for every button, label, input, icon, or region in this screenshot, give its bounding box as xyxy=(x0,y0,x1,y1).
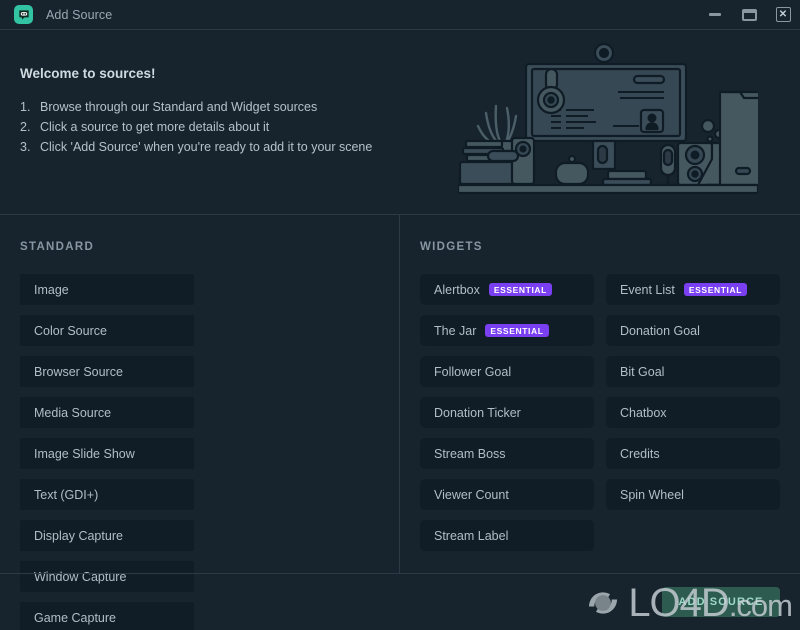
widgets-grid: Alertbox ESSENTIAL Event List ESSENTIAL Th… xyxy=(420,274,780,551)
widget-item-bit-goal[interactable]: Bit Goal xyxy=(606,356,780,387)
source-item-media-source[interactable]: Media Source xyxy=(20,397,194,428)
widget-item-alertbox[interactable]: Alertbox ESSENTIAL xyxy=(420,274,594,305)
widget-item-donation-goal[interactable]: Donation Goal xyxy=(606,315,780,346)
widget-label: Chatbox xyxy=(620,405,667,420)
source-item-browser-source[interactable]: Browser Source xyxy=(20,356,194,387)
window-controls: ✕ xyxy=(698,0,800,29)
add-source-button[interactable]: ADD SOURCE xyxy=(662,587,780,617)
streamlabs-logo-icon xyxy=(14,5,33,24)
standard-heading: STANDARD xyxy=(20,241,95,253)
welcome-section: Welcome to sources! 1. Browse through our… xyxy=(0,30,800,215)
widget-label: Stream Label xyxy=(434,528,509,543)
widget-item-the-jar[interactable]: The Jar ESSENTIAL xyxy=(420,315,594,346)
source-label: Text (GDI+) xyxy=(34,487,99,502)
essential-badge: ESSENTIAL xyxy=(683,283,747,296)
widget-label: Credits xyxy=(620,446,660,461)
widget-label: Event List xyxy=(620,282,675,297)
widget-item-viewer-count[interactable]: Viewer Count xyxy=(420,479,594,510)
desk-setup-illustration xyxy=(456,38,764,203)
source-label: Color Source xyxy=(34,323,107,338)
widgets-heading: WIDGETS xyxy=(420,241,483,253)
widget-label: Bit Goal xyxy=(620,364,665,379)
widget-label: Stream Boss xyxy=(434,446,506,461)
source-item-color-source[interactable]: Color Source xyxy=(20,315,194,346)
minimize-icon xyxy=(709,13,721,16)
window-title: Add Source xyxy=(46,7,113,22)
welcome-heading: Welcome to sources! xyxy=(20,66,156,81)
widget-item-chatbox[interactable]: Chatbox xyxy=(606,397,780,428)
welcome-step: 3. Click 'Add Source' when you're ready t… xyxy=(20,137,372,157)
titlebar: Add Source ✕ xyxy=(0,0,800,30)
widget-item-stream-label[interactable]: Stream Label xyxy=(420,520,594,551)
maximize-icon xyxy=(741,8,757,21)
essential-badge: ESSENTIAL xyxy=(488,283,552,296)
source-label: Image Slide Show xyxy=(34,446,135,461)
step-text: Click a source to get more details about… xyxy=(40,120,270,134)
widget-item-stream-boss[interactable]: Stream Boss xyxy=(420,438,594,469)
widget-label: Follower Goal xyxy=(434,364,512,379)
step-number: 3. xyxy=(20,140,31,154)
widget-item-donation-ticker[interactable]: Donation Ticker xyxy=(420,397,594,428)
add-source-window: Add Source ✕ Welcome to sources! 1. Brows… xyxy=(0,0,800,630)
source-item-display-capture[interactable]: Display Capture xyxy=(20,520,194,551)
step-number: 1. xyxy=(20,100,31,114)
maximize-button[interactable] xyxy=(732,0,766,30)
source-item-text-gdi[interactable]: Text (GDI+) xyxy=(20,479,194,510)
welcome-step: 1. Browse through our Standard and Widget… xyxy=(20,97,372,117)
close-icon: ✕ xyxy=(775,7,791,22)
watermark-logo-icon xyxy=(589,592,618,614)
source-label: Browser Source xyxy=(34,364,123,379)
step-text: Browse through our Standard and Widget s… xyxy=(40,100,318,114)
source-label: Display Capture xyxy=(34,528,123,543)
widget-label: Viewer Count xyxy=(434,487,509,502)
widget-label: Donation Ticker xyxy=(434,405,521,420)
widget-label: Spin Wheel xyxy=(620,487,684,502)
welcome-text-block: Welcome to sources! 1. Browse through our… xyxy=(20,66,372,157)
widget-label: The Jar xyxy=(434,323,477,338)
source-item-image-slide-show[interactable]: Image Slide Show xyxy=(20,438,194,469)
sources-columns: STANDARD Image Color Source Browser Sour… xyxy=(0,215,800,630)
widget-item-follower-goal[interactable]: Follower Goal xyxy=(420,356,594,387)
source-label: Media Source xyxy=(34,405,112,420)
minimize-button[interactable] xyxy=(698,0,732,30)
widget-label: Donation Goal xyxy=(620,323,700,338)
standard-column: STANDARD Image Color Source Browser Sour… xyxy=(0,215,400,630)
essential-badge: ESSENTIAL xyxy=(485,324,549,337)
footer: ADD SOURCE LO4D.com xyxy=(0,573,800,630)
widget-item-event-list[interactable]: Event List ESSENTIAL xyxy=(606,274,780,305)
source-item-image[interactable]: Image xyxy=(20,274,194,305)
widgets-column: WIDGETS Alertbox ESSENTIAL Event List ESSE… xyxy=(400,215,800,573)
welcome-steps-list: 1. Browse through our Standard and Widget… xyxy=(20,97,372,157)
widget-item-credits[interactable]: Credits xyxy=(606,438,780,469)
step-text: Click 'Add Source' when you're ready to … xyxy=(40,140,373,154)
widget-label: Alertbox xyxy=(434,282,480,297)
widget-item-spin-wheel[interactable]: Spin Wheel xyxy=(606,479,780,510)
step-number: 2. xyxy=(20,120,31,134)
source-label: Image xyxy=(34,282,69,297)
close-button[interactable]: ✕ xyxy=(766,0,800,30)
welcome-step: 2. Click a source to get more details abo… xyxy=(20,117,372,137)
